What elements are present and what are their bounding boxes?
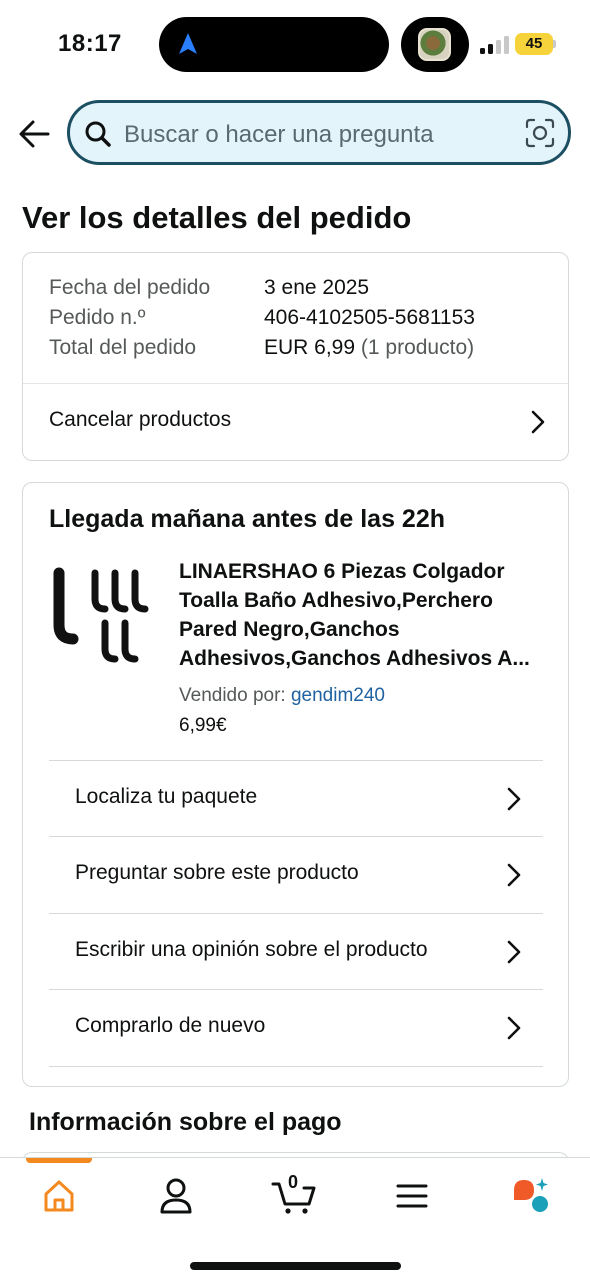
- home-icon[interactable]: [34, 1176, 84, 1216]
- action-label: Comprarlo de nuevo: [75, 1014, 266, 1037]
- product-image[interactable]: [49, 559, 157, 669]
- live-activity-pill: [401, 17, 469, 72]
- home-indicator[interactable]: [190, 1262, 401, 1270]
- order-date-label: Fecha del pedido: [49, 276, 211, 299]
- search-icon: [85, 121, 111, 147]
- search-bar[interactable]: [67, 100, 571, 165]
- sold-by-line: Vendido por: gendim240: [179, 685, 385, 707]
- chevron-right-icon: [531, 410, 545, 434]
- order-total-note: (1 producto): [360, 336, 475, 359]
- product-title-link[interactable]: LINAERSHAO 6 Piezas Colgador Toalla Baño…: [179, 557, 547, 673]
- back-arrow-icon[interactable]: [18, 116, 50, 152]
- cancel-products-label: Cancelar productos: [49, 408, 232, 431]
- action-label: Escribir una opinión sobre el producto: [75, 938, 428, 961]
- sold-by-label: Vendido por:: [179, 685, 286, 706]
- order-summary-card: Fecha del pedido 3 ene 2025 Pedido n.º 4…: [22, 252, 569, 461]
- ask-product-question-row[interactable]: Preguntar sobre este producto: [49, 836, 543, 913]
- chevron-right-icon: [507, 940, 521, 964]
- order-total-value-wrap: EUR 6,99 (1 producto): [264, 334, 474, 362]
- battery-icon: 45: [515, 33, 553, 55]
- order-total-label: Total del pedido: [49, 336, 197, 359]
- assistant-icon[interactable]: [505, 1176, 555, 1216]
- search-input[interactable]: [124, 121, 514, 149]
- cancel-products-row[interactable]: Cancelar productos: [23, 384, 568, 460]
- payment-info-title: Información sobre el pago: [29, 1108, 342, 1136]
- chevron-right-icon: [507, 787, 521, 811]
- action-label: Localiza tu paquete: [75, 785, 258, 808]
- active-tab-indicator: [26, 1158, 92, 1163]
- status-bar: 18:17 45: [0, 0, 590, 88]
- account-icon[interactable]: [151, 1176, 201, 1216]
- divider: [49, 1066, 543, 1067]
- order-number-label: Pedido n.º: [49, 306, 146, 329]
- menu-icon[interactable]: [387, 1176, 437, 1216]
- navigation-arrow-icon: [179, 33, 197, 54]
- product-price: 6,99€: [179, 715, 227, 736]
- camera-scan-icon[interactable]: [525, 118, 555, 148]
- order-total-value: EUR 6,99: [264, 336, 356, 359]
- signal-icon: [480, 36, 510, 54]
- delivery-status-title: Llegada mañana antes de las 22h: [49, 505, 445, 533]
- seller-link[interactable]: gendim240: [291, 685, 385, 706]
- chevron-right-icon: [507, 863, 521, 887]
- status-time: 18:17: [58, 30, 122, 57]
- dynamic-island: [159, 17, 389, 72]
- order-number-value: 406-4102505-5681153: [264, 306, 475, 329]
- track-package-row[interactable]: Localiza tu paquete: [49, 760, 543, 837]
- battery-tip: [553, 40, 556, 48]
- cart-count: 0: [288, 1172, 299, 1192]
- bottom-nav: 0: [0, 1157, 590, 1280]
- buy-again-row[interactable]: Comprarlo de nuevo: [49, 989, 543, 1066]
- activity-thumbnail: [418, 28, 451, 61]
- order-date-value: 3 ene 2025: [264, 276, 370, 299]
- action-label: Preguntar sobre este producto: [75, 861, 359, 884]
- write-review-row[interactable]: Escribir una opinión sobre el producto: [49, 913, 543, 990]
- delivery-card: Llegada mañana antes de las 22h LINAERSH…: [22, 482, 569, 1087]
- page-title: Ver los detalles del pedido: [22, 200, 412, 235]
- cart-button[interactable]: 0: [270, 1172, 320, 1216]
- chevron-right-icon: [507, 1016, 521, 1040]
